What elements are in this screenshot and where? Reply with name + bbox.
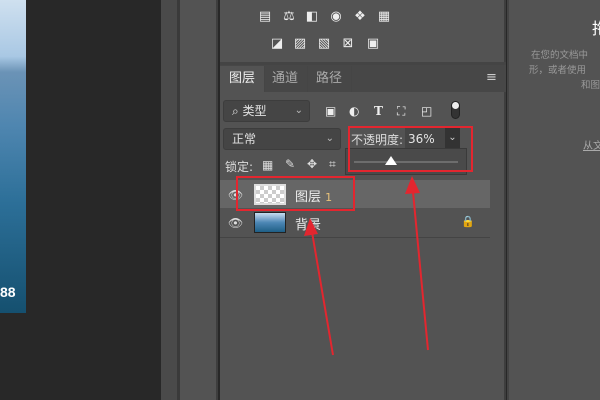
annotation-arrows bbox=[304, 176, 429, 356]
arrow-line bbox=[311, 231, 334, 356]
arrow-head bbox=[405, 176, 420, 194]
arrow-head bbox=[304, 218, 318, 236]
arrow-line bbox=[412, 191, 429, 351]
